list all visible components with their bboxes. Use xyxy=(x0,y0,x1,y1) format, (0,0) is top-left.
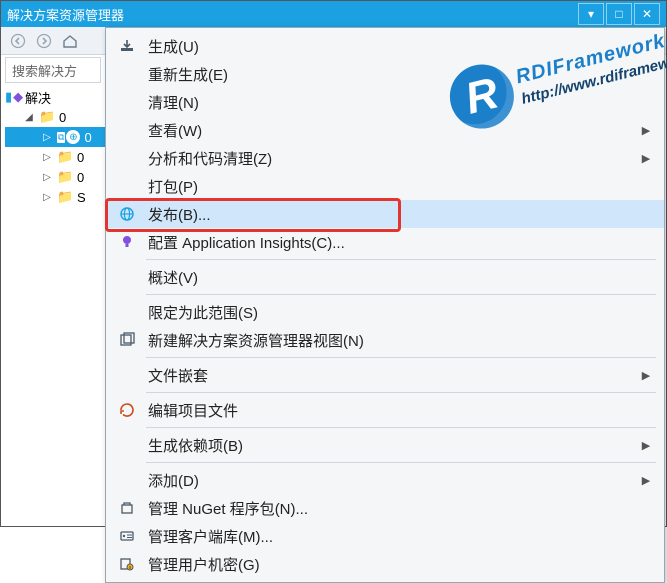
back-button[interactable] xyxy=(7,30,29,52)
build-icon xyxy=(116,38,138,54)
submenu-arrow-icon: ▶ xyxy=(638,474,654,487)
menu-item-label: 打包(P) xyxy=(148,176,628,197)
context-menu: 生成(U) 重新生成(E) 清理(N) 查看(W) ▶ 分析和代码清理(Z) ▶ 打包(P) 发… xyxy=(105,27,665,583)
menu-item-label: 限定为此范围(S) xyxy=(148,302,628,323)
solution-icon: ▮◆ xyxy=(5,89,21,105)
menu-item-label: 分析和代码清理(Z) xyxy=(148,148,628,169)
expand-arrow-icon[interactable]: ▷ xyxy=(41,152,53,163)
tree-item-label: 0 xyxy=(59,110,66,125)
project-icon: ⧉ ⊕ xyxy=(57,130,80,144)
menu-item-label: 清理(N) xyxy=(148,92,628,113)
window-title: 解决方案资源管理器 xyxy=(7,5,576,24)
menu-separator xyxy=(146,427,656,428)
menu-separator xyxy=(146,392,656,393)
folder-icon: 📁 xyxy=(57,189,73,205)
edit-icon xyxy=(116,402,138,418)
expand-arrow-icon[interactable]: ▷ xyxy=(41,192,53,203)
menu-item-label: 添加(D) xyxy=(148,470,628,491)
expand-arrow-icon[interactable]: ▷ xyxy=(41,172,53,183)
forward-button[interactable] xyxy=(33,30,55,52)
folder-icon: 📁 xyxy=(39,109,55,125)
close-button[interactable]: ✕ xyxy=(634,3,660,25)
submenu-arrow-icon: ▶ xyxy=(638,124,654,137)
menu-separator xyxy=(146,294,656,295)
back-icon xyxy=(10,33,26,49)
menu-item-label: 管理用户机密(G) xyxy=(148,554,628,575)
menu-item-label: 重新生成(E) xyxy=(148,64,628,85)
menu-item[interactable]: 限定为此范围(S) xyxy=(106,298,664,326)
menu-item[interactable]: 清理(N) xyxy=(106,88,664,116)
menu-item-label: 概述(V) xyxy=(148,267,628,288)
menu-separator xyxy=(146,259,656,260)
menu-item-label: 管理 NuGet 程序包(N)... xyxy=(148,498,628,519)
window-dropdown-button[interactable]: ▾ xyxy=(578,3,604,25)
menu-item-label: 生成(U) xyxy=(148,36,628,57)
tree-item-label: 0 xyxy=(77,170,84,185)
menu-item[interactable]: 发布(B)... xyxy=(106,200,664,228)
menu-item[interactable]: 管理 NuGet 程序包(N)... xyxy=(106,494,664,522)
titlebar: 解决方案资源管理器 ▾ □ ✕ xyxy=(1,1,666,27)
globe-icon xyxy=(116,206,138,222)
search-placeholder: 搜索解决方 xyxy=(12,61,77,80)
menu-item[interactable]: 概述(V) xyxy=(106,263,664,291)
menu-item[interactable]: 添加(D) ▶ xyxy=(106,466,664,494)
menu-item[interactable]: 查看(W) ▶ xyxy=(106,116,664,144)
search-input[interactable]: 搜索解决方 xyxy=(5,57,101,83)
tree-item-label: S xyxy=(77,190,86,205)
menu-item[interactable]: 打包(P) xyxy=(106,172,664,200)
forward-icon xyxy=(36,33,52,49)
menu-separator xyxy=(146,462,656,463)
menu-item[interactable]: 重新生成(E) xyxy=(106,60,664,88)
solution-label: 解决 xyxy=(25,88,51,107)
menu-item[interactable]: 配置 Application Insights(C)... xyxy=(106,228,664,256)
bulb-icon xyxy=(116,234,138,250)
expand-arrow-icon[interactable]: ◢ xyxy=(23,112,35,123)
menu-item[interactable]: 管理用户机密(G) xyxy=(106,550,664,578)
menu-item[interactable]: 分析和代码清理(Z) ▶ xyxy=(106,144,664,172)
menu-item[interactable]: 生成(U) xyxy=(106,32,664,60)
tree-item-label: 0 xyxy=(84,130,91,145)
submenu-arrow-icon: ▶ xyxy=(638,439,654,452)
secret-icon xyxy=(116,556,138,572)
menu-item[interactable]: 新建解决方案资源管理器视图(N) xyxy=(106,326,664,354)
menu-item-label: 配置 Application Insights(C)... xyxy=(148,232,628,253)
home-icon xyxy=(62,33,78,49)
menu-item-label: 新建解决方案资源管理器视图(N) xyxy=(148,330,628,351)
menu-item-label: 生成依赖项(B) xyxy=(148,435,628,456)
menu-item-label: 发布(B)... xyxy=(148,204,628,225)
client-icon xyxy=(116,528,138,544)
menu-item-label: 管理客户端库(M)... xyxy=(148,526,628,547)
newview-icon xyxy=(116,332,138,348)
menu-item[interactable]: 文件嵌套 ▶ xyxy=(106,361,664,389)
maximize-button[interactable]: □ xyxy=(606,3,632,25)
tree-item-label: 0 xyxy=(77,150,84,165)
menu-item[interactable]: 管理客户端库(M)... xyxy=(106,522,664,550)
home-button[interactable] xyxy=(59,30,81,52)
nuget-icon xyxy=(116,500,138,516)
menu-separator xyxy=(146,357,656,358)
submenu-arrow-icon: ▶ xyxy=(638,369,654,382)
submenu-arrow-icon: ▶ xyxy=(638,152,654,165)
expand-arrow-icon[interactable]: ▷ xyxy=(41,132,53,143)
menu-item-label: 编辑项目文件 xyxy=(148,400,628,421)
menu-item-label: 查看(W) xyxy=(148,120,628,141)
menu-item[interactable]: 编辑项目文件 xyxy=(106,396,664,424)
menu-item[interactable]: 生成依赖项(B) ▶ xyxy=(106,431,664,459)
menu-item-label: 文件嵌套 xyxy=(148,365,628,386)
folder-icon: 📁 xyxy=(57,149,73,165)
folder-icon: 📁 xyxy=(57,169,73,185)
